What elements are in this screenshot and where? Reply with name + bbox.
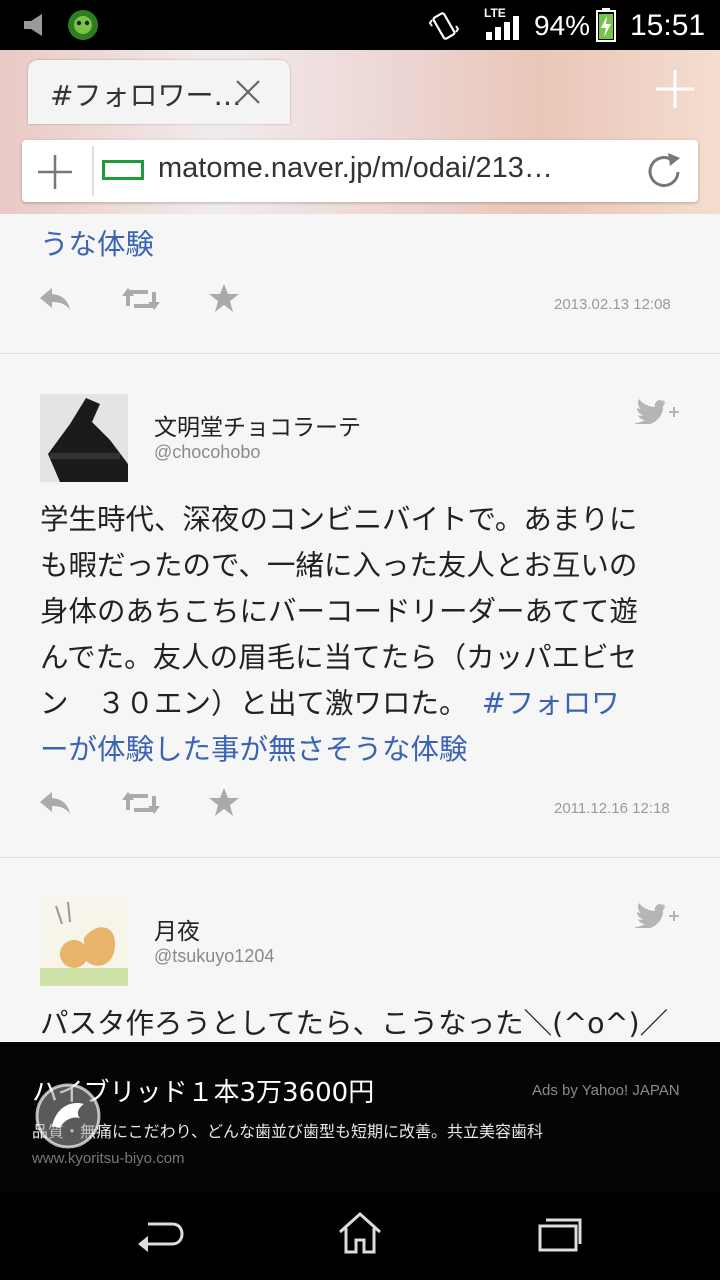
tweet-line: んでた。友人の眉毛に当てたら（カッパエビセ <box>40 641 638 674</box>
hashtag-link[interactable]: ーが体験した事が無さそうな体験 <box>40 727 680 773</box>
tweet-line: 身体のあちこちにバーコードリーダーあてて遊 <box>40 595 638 628</box>
clock: 15:51 <box>630 9 706 42</box>
handle[interactable]: @chocohobo <box>154 442 260 463</box>
vibrate-icon <box>428 12 460 40</box>
display-name[interactable]: 月夜 <box>154 912 200 946</box>
tweet-line: 学生時代、深夜のコンビニバイトで。あまりに <box>40 503 638 536</box>
display-name[interactable]: 文明堂チョコラーテ <box>154 408 361 442</box>
status-bar: LTE 94% 15:51 <box>0 0 720 50</box>
reply-icon[interactable] <box>38 788 72 818</box>
twitter-follow-icon[interactable] <box>630 394 682 424</box>
divider <box>0 857 720 858</box>
avatar[interactable] <box>40 898 128 986</box>
favorite-icon[interactable] <box>208 786 240 818</box>
new-tab-icon[interactable] <box>654 68 696 110</box>
reply-icon[interactable] <box>38 284 72 314</box>
hashtag-link[interactable]: #フォロワ <box>482 687 620 720</box>
battery-percent: 94% <box>534 10 591 41</box>
tweet-line: も暇だったので、一緒に入った友人とお互いの <box>40 549 638 582</box>
ad-url[interactable]: www.kyoritsu-biyo.com <box>32 1150 185 1167</box>
favorite-icon[interactable] <box>208 282 240 314</box>
ad-attribution: Ads by Yahoo! JAPAN <box>532 1082 680 1099</box>
battery-charging-icon <box>596 8 616 42</box>
address-bar[interactable]: matome.naver.jp/m/odai/213… <box>22 140 698 202</box>
handle[interactable]: @tsukuyo1204 <box>154 946 274 967</box>
page-content[interactable]: うな体験 2013.02.13 12:08 文明堂チョコラーテ @chocoho… <box>0 214 720 1042</box>
retweet-icon[interactable] <box>122 788 160 818</box>
tweet-text: パスタ作ろうとしてたら、こうなった＼(^o^)／ <box>40 1007 669 1040</box>
ad-banner[interactable]: ハイブリッド１本3万3600円 Ads by Yahoo! JAPAN 品質・無… <box>0 1042 720 1192</box>
avatar[interactable] <box>40 394 128 482</box>
retweet-icon[interactable] <box>122 284 160 314</box>
browser-tab[interactable]: #フォロワー… <box>28 60 290 124</box>
speaker-mute-icon <box>24 14 42 36</box>
tab-title: #フォロワー… <box>50 79 242 112</box>
divider <box>0 353 720 354</box>
separator <box>92 146 94 196</box>
url-text[interactable]: matome.naver.jp/m/odai/213… <box>158 152 553 185</box>
recent-apps-icon[interactable] <box>536 1216 584 1254</box>
ad-description: 品質・無痛にこだわり、どんな歯並び歯型も短期に改善。共立美容歯科 <box>32 1122 544 1141</box>
refresh-icon[interactable] <box>642 150 686 194</box>
site-favicon <box>102 160 144 180</box>
browser-float-icon[interactable] <box>34 1082 102 1150</box>
tweet-text-fragment: ン ３０エン）と出て激ワロた。 <box>40 687 482 720</box>
signal-icon <box>486 16 519 40</box>
navigation-bar <box>0 1192 720 1280</box>
close-icon[interactable] <box>234 78 262 106</box>
home-icon[interactable] <box>336 1210 384 1256</box>
hashtag-link[interactable]: うな体験 <box>40 222 154 263</box>
app-notification-icon <box>68 10 98 40</box>
browser-toolbar: #フォロワー… matome.naver.jp/m/odai/213… <box>0 50 720 214</box>
tweet-text: 学生時代、深夜のコンビニバイトで。あまりに も暇だったので、一緒に入った友人とお… <box>40 497 680 773</box>
twitter-follow-icon[interactable] <box>630 898 682 928</box>
tweet-date: 2013.02.13 12:08 <box>554 296 671 313</box>
back-icon[interactable] <box>134 1216 186 1256</box>
tweet-line: ン ３０エン）と出て激ワロた。 #フォロワ <box>40 681 680 727</box>
add-bookmark-icon[interactable] <box>36 153 74 191</box>
tweet-date: 2011.12.16 12:18 <box>554 800 670 817</box>
